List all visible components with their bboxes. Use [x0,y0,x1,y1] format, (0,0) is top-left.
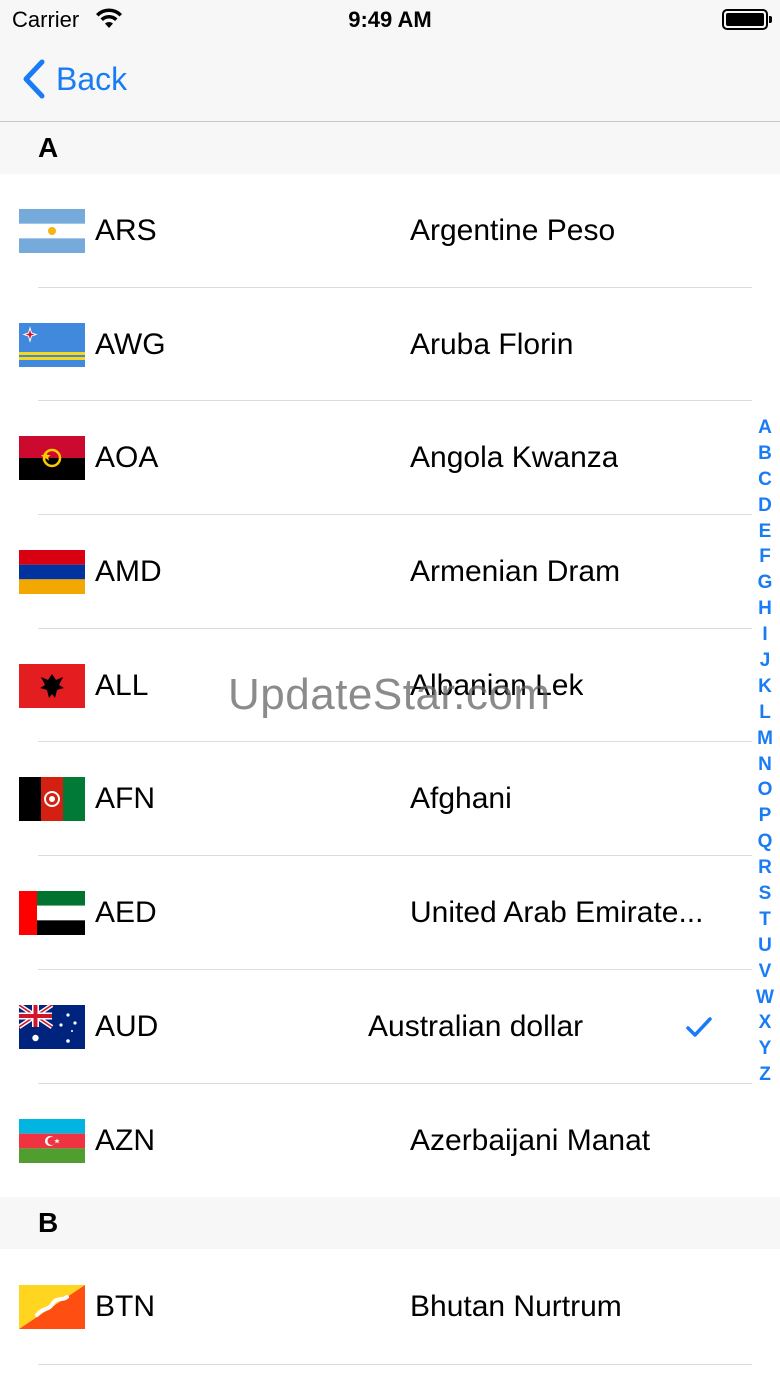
currency-name: Australian dollar [368,1009,584,1043]
navigation-bar: Back [0,40,780,122]
index-letter-h[interactable]: H [752,596,778,622]
index-letter-m[interactable]: M [752,726,778,752]
index-letter-k[interactable]: K [752,674,778,700]
section-header-b: B [0,1197,780,1250]
currency-name: Azerbaijani Manat [410,1123,651,1157]
afghanistan-flag-icon [19,777,85,822]
currency-code: ALL [95,668,149,702]
aruba-flag-icon [19,322,85,367]
index-letter-e[interactable]: E [752,519,778,545]
back-label: Back [56,60,128,97]
section-header-a: A [0,122,780,174]
index-letter-v[interactable]: V [752,959,778,985]
argentina-flag-icon [19,209,85,253]
index-letter-b[interactable]: B [752,441,778,467]
index-letter-u[interactable]: U [752,933,778,959]
albania-flag-icon [19,663,85,708]
index-letter-w[interactable]: W [752,985,778,1011]
index-letter-c[interactable]: C [752,467,778,493]
index-letter-i[interactable]: I [752,622,778,648]
currency-row-afn[interactable]: AFN Afghani [0,742,780,857]
australia-flag-icon [19,1004,85,1049]
index-letter-t[interactable]: T [752,907,778,933]
index-letter-s[interactable]: S [752,881,778,907]
uae-flag-icon [19,891,85,936]
azerbaijan-flag-icon [19,1118,85,1163]
index-letter-l[interactable]: L [752,700,778,726]
back-button[interactable]: Back [20,56,127,102]
currency-code: AMD [95,555,162,589]
currency-code: ARS [95,214,157,247]
currency-row-azn[interactable]: AZN Azerbaijani Manat [0,1083,780,1198]
index-letter-a[interactable]: A [752,415,778,441]
currency-code: AZN [95,1123,155,1157]
index-letter-p[interactable]: P [752,803,778,829]
index-letter-x[interactable]: X [752,1010,778,1036]
currency-row-btn[interactable]: BTN Bhutan Nurtrum [0,1249,780,1366]
currency-name: Angola Kwanza [410,441,619,475]
currency-row-aud[interactable]: AUD Australian dollar [0,969,780,1084]
status-bar: Carrier 9:49 AM [0,0,780,40]
currency-row-awg[interactable]: AWG Aruba Florin [0,287,780,402]
currency-name: Afghani [410,782,512,816]
currency-row-aed[interactable]: AED United Arab Emirate... [0,856,780,970]
currency-name: Argentine Peso [410,214,616,247]
index-letter-j[interactable]: J [752,648,778,674]
index-letter-d[interactable]: D [752,493,778,519]
angola-flag-icon [19,436,85,481]
index-letter-o[interactable]: O [752,777,778,803]
armenia-flag-icon [19,550,85,595]
index-letter-q[interactable]: Q [752,829,778,855]
currency-row-ars[interactable]: ARS Argentine Peso [0,174,780,288]
currency-code: AUD [95,1009,159,1043]
currency-row-aoa[interactable]: AOA Angola Kwanza [0,401,780,516]
index-letter-y[interactable]: Y [752,1036,778,1062]
index-letter-f[interactable]: F [752,544,778,570]
currency-code: AOA [95,441,159,475]
index-letter-g[interactable]: G [752,570,778,596]
bhutan-flag-icon [19,1285,85,1330]
section-index-bar[interactable]: ABCDEFGHIJKLMNOPQRSTUVWXYZ [752,415,778,1088]
currency-name: United Arab Emirate... [410,896,704,930]
currency-name: Albanian Lek [410,668,584,702]
chevron-left-icon [23,59,45,99]
index-letter-r[interactable]: R [752,855,778,881]
currency-name: Armenian Dram [410,555,621,589]
battery-icon [722,9,772,30]
currency-code: AFN [95,782,155,816]
currency-name: Bhutan Nurtrum [410,1290,622,1324]
currency-row-amd[interactable]: AMD Armenian Dram [0,515,780,629]
currency-code: AWG [95,327,166,361]
status-time: 9:49 AM [348,7,432,32]
index-letter-n[interactable]: N [752,752,778,778]
checkmark-icon [686,1017,712,1037]
currency-row-all[interactable]: ALL Albanian Lek [0,628,780,743]
currency-list: A ARS Argentine Peso AWG Aruba Florin AO… [0,122,780,1366]
currency-code: BTN [95,1290,155,1324]
currency-name: Aruba Florin [410,327,574,361]
currency-code: AED [95,896,157,930]
index-letter-z[interactable]: Z [752,1062,778,1088]
